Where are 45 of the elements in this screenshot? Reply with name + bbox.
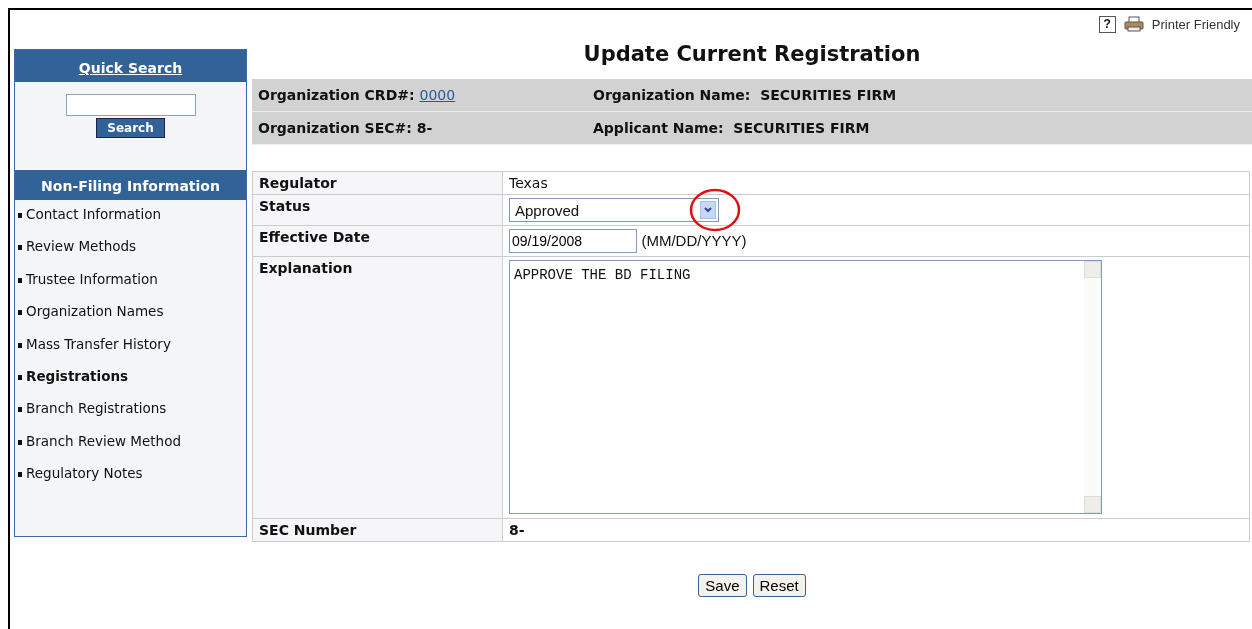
bullet-icon bbox=[18, 407, 22, 413]
regulator-value: Texas bbox=[502, 171, 1250, 195]
sec-number-value: 8- bbox=[502, 518, 1250, 542]
form-button[interactable]: Reset bbox=[752, 574, 806, 597]
sidebar-item[interactable]: Contact Information bbox=[26, 206, 161, 222]
bullet-icon bbox=[18, 374, 22, 380]
sidebar-item[interactable]: Branch Registrations bbox=[26, 400, 167, 417]
field-label: SEC Number bbox=[252, 518, 503, 542]
section-title: Non-Filing Information bbox=[15, 170, 246, 200]
scrollbar[interactable] bbox=[1084, 261, 1101, 513]
form-button[interactable]: Save bbox=[698, 574, 747, 597]
date-field[interactable]: 09/19/2008 bbox=[509, 229, 637, 253]
sidebar-item[interactable]: Branch Review Method bbox=[26, 432, 181, 449]
sec-number: Organization SEC#: 8- bbox=[258, 120, 434, 136]
field-label: Status bbox=[252, 194, 503, 226]
applicant-name: Applicant Name: SECURITIES FIRM bbox=[593, 120, 870, 136]
search-button[interactable]: Search bbox=[96, 118, 165, 138]
organization-name: Organization Name: SECURITIES FIRM bbox=[593, 87, 897, 103]
bullet-icon bbox=[18, 342, 22, 348]
sidebar-item[interactable]: Mass Transfer History bbox=[26, 335, 171, 352]
sidebar-item[interactable]: Organization Names bbox=[26, 303, 164, 320]
field-label: Regulator bbox=[252, 171, 503, 195]
search-field[interactable] bbox=[65, 94, 196, 116]
crd-label: Organization CRD#: 0000 bbox=[258, 87, 457, 103]
crd-link[interactable]: 0000 bbox=[419, 87, 456, 103]
field-label: Explanation bbox=[252, 256, 503, 519]
sidebar-item[interactable]: Registrations bbox=[26, 367, 129, 384]
bullet-icon bbox=[18, 439, 22, 445]
field-label: Effective Date bbox=[252, 225, 503, 257]
status-dropdown[interactable]: Approved bbox=[509, 198, 719, 222]
bullet-icon bbox=[18, 245, 22, 251]
printer-friendly-link[interactable]: Printer Friendly bbox=[1151, 16, 1240, 32]
sidebar-item[interactable]: Regulatory Notes bbox=[26, 465, 143, 482]
bullet-icon bbox=[18, 472, 22, 478]
annotation-circle bbox=[689, 188, 741, 232]
bullet-icon bbox=[18, 310, 22, 316]
explanation-field[interactable]: APPROVE THE BD FILING bbox=[509, 260, 1102, 514]
date-format-hint: (MM/DD/YYYY) bbox=[641, 232, 747, 249]
bullet-icon bbox=[18, 277, 22, 283]
printer-icon[interactable] bbox=[1123, 16, 1144, 32]
sidebar-item[interactable]: Review Methods bbox=[26, 238, 137, 255]
page-title: Update Current Registration bbox=[582, 42, 922, 66]
bullet-icon bbox=[18, 213, 22, 218]
help-icon[interactable]: ? bbox=[1098, 15, 1116, 33]
sidebar-item[interactable]: Trustee Information bbox=[26, 270, 158, 287]
